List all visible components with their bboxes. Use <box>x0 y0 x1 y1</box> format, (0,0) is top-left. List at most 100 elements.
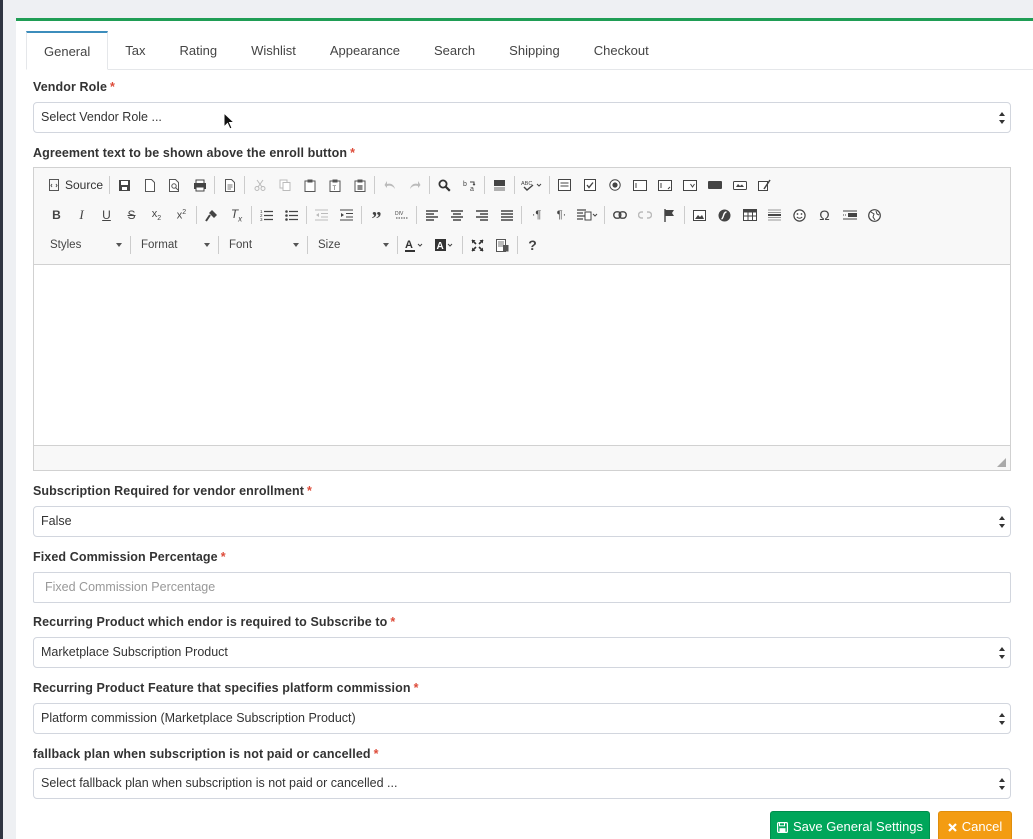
undo-icon[interactable] <box>377 174 402 196</box>
replace-icon[interactable]: ba <box>457 174 482 196</box>
source-icon <box>49 179 59 191</box>
table-icon[interactable] <box>737 204 762 226</box>
required-marker: * <box>390 615 396 629</box>
text-field-icon[interactable] <box>627 174 652 196</box>
tab-appearance[interactable]: Appearance <box>313 32 417 70</box>
link-icon[interactable] <box>607 204 632 226</box>
rich-text-editor: Source T ba ABC B I U S x2 x2 Tx 1 2 3 ”… <box>33 167 1011 471</box>
tab-general[interactable]: General <box>26 31 109 70</box>
button-field-icon[interactable] <box>702 174 727 196</box>
numbered-list-icon[interactable]: 123 <box>254 204 279 226</box>
resize-handle-icon[interactable] <box>997 458 1006 467</box>
required-marker: * <box>307 484 312 498</box>
recurring-product-select[interactable]: Marketplace Subscription Product <box>33 637 1011 668</box>
textarea-icon[interactable] <box>652 174 677 196</box>
cancel-button[interactable]: Cancel <box>938 811 1012 839</box>
create-div-icon[interactable]: DIV <box>389 204 414 226</box>
select-all-icon[interactable] <box>487 174 512 196</box>
radio-icon[interactable] <box>602 174 627 196</box>
settings-panel: General Tax Rating Wishlist Appearance S… <box>16 18 1033 839</box>
italic-icon[interactable]: I <box>69 204 94 226</box>
preview-icon[interactable] <box>162 174 187 196</box>
toolbar-row-2: B I U S x2 x2 Tx 123 ” DIV ·¶ ¶· Ω <box>44 202 887 230</box>
toolbar-separator <box>109 176 111 194</box>
align-center-icon[interactable] <box>444 204 469 226</box>
paste-icon[interactable] <box>297 174 322 196</box>
tab-wishlist[interactable]: Wishlist <box>234 32 313 70</box>
superscript-icon[interactable]: x2 <box>169 204 194 226</box>
underline-icon[interactable]: U <box>94 204 119 226</box>
copy-icon[interactable] <box>272 174 297 196</box>
ltr-direction-icon[interactable]: ·¶ <box>524 204 549 226</box>
remove-format-icon[interactable]: Tx <box>224 204 249 226</box>
spellcheck-icon[interactable]: ABC <box>517 174 547 196</box>
rtl-direction-icon[interactable]: ¶· <box>549 204 574 226</box>
styles-combo[interactable]: Styles <box>42 234 128 256</box>
editor-content-area[interactable] <box>34 265 1010 445</box>
anchor-flag-icon[interactable] <box>657 204 682 226</box>
page-break-icon[interactable] <box>837 204 862 226</box>
fixed-commission-input[interactable]: Fixed Commission Percentage <box>33 572 1011 603</box>
toolbar-separator <box>484 176 486 194</box>
help-icon[interactable]: ? <box>520 234 545 256</box>
tab-search[interactable]: Search <box>417 32 492 70</box>
text-color-icon[interactable]: A <box>400 234 430 256</box>
save-icon <box>776 821 788 833</box>
image-button-icon[interactable] <box>727 174 752 196</box>
form-icon[interactable] <box>552 174 577 196</box>
align-justify-icon[interactable] <box>494 204 519 226</box>
vendor-role-select[interactable]: Select Vendor Role ... <box>33 102 1011 133</box>
checkbox-icon[interactable] <box>577 174 602 196</box>
bold-icon[interactable]: B <box>44 204 69 226</box>
unlink-icon[interactable] <box>632 204 657 226</box>
background-color-icon[interactable]: A <box>430 234 460 256</box>
image-icon[interactable] <box>687 204 712 226</box>
font-combo[interactable]: Font <box>221 234 305 256</box>
hidden-field-icon[interactable] <box>752 174 777 196</box>
paste-text-icon[interactable]: T <box>322 174 347 196</box>
special-char-icon[interactable]: Ω <box>812 204 837 226</box>
iframe-globe-icon[interactable] <box>862 204 887 226</box>
source-button[interactable]: Source <box>44 174 107 196</box>
print-icon[interactable] <box>187 174 212 196</box>
indent-icon[interactable] <box>334 204 359 226</box>
bulleted-list-icon[interactable] <box>279 204 304 226</box>
recurring-feature-select[interactable]: Platform commission (Marketplace Subscri… <box>33 703 1011 734</box>
find-icon[interactable] <box>432 174 457 196</box>
tab-tax[interactable]: Tax <box>108 32 162 70</box>
select-arrows-icon <box>999 778 1005 790</box>
select-field-icon[interactable] <box>677 174 702 196</box>
show-blocks-icon[interactable] <box>490 234 515 256</box>
templates-icon[interactable] <box>217 174 242 196</box>
tab-checkout[interactable]: Checkout <box>577 32 666 70</box>
save-icon[interactable] <box>112 174 137 196</box>
horizontal-rule-icon[interactable] <box>762 204 787 226</box>
subscription-required-select[interactable]: False <box>33 506 1011 537</box>
format-combo[interactable]: Format <box>133 234 216 256</box>
blockquote-icon[interactable]: ” <box>364 204 389 230</box>
tab-rating[interactable]: Rating <box>162 32 234 70</box>
cut-icon[interactable] <box>247 174 272 196</box>
tab-shipping[interactable]: Shipping <box>492 32 577 70</box>
toolbar-separator <box>374 176 376 194</box>
new-page-icon[interactable] <box>137 174 162 196</box>
paste-word-icon[interactable] <box>347 174 372 196</box>
maximize-icon[interactable] <box>465 234 490 256</box>
toolbar-separator <box>214 176 216 194</box>
strikethrough-icon[interactable]: S <box>119 204 144 226</box>
subscript-icon[interactable]: x2 <box>144 204 169 226</box>
fallback-plan-label: fallback plan when subscription is not p… <box>33 747 379 761</box>
flash-icon[interactable] <box>712 204 737 226</box>
size-combo[interactable]: Size <box>310 234 395 256</box>
save-general-settings-button[interactable]: Save General Settings <box>770 811 930 839</box>
outdent-icon[interactable] <box>309 204 334 226</box>
language-icon[interactable] <box>574 204 602 226</box>
redo-icon[interactable] <box>402 174 427 196</box>
fallback-plan-select[interactable]: Select fallback plan when subscription i… <box>33 768 1011 799</box>
align-right-icon[interactable] <box>469 204 494 226</box>
align-left-icon[interactable] <box>419 204 444 226</box>
toolbar-separator <box>196 206 197 224</box>
select-arrows-icon <box>999 713 1005 725</box>
smiley-icon[interactable] <box>787 204 812 226</box>
copy-format-icon[interactable] <box>199 204 224 226</box>
